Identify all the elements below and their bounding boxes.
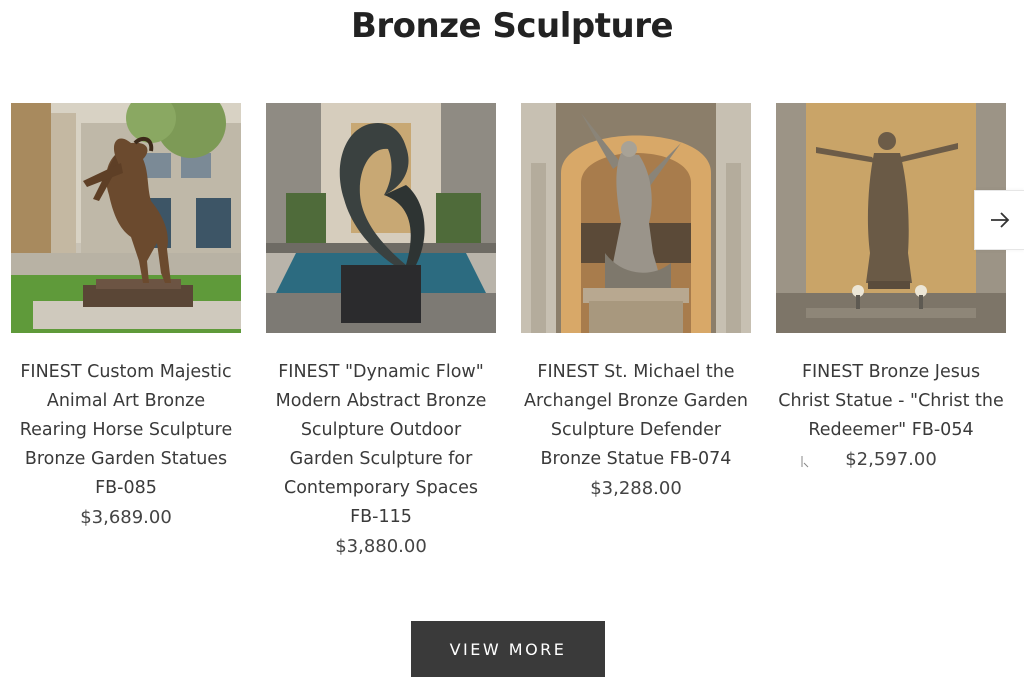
product-price: $3,880.00 bbox=[335, 536, 427, 557]
product-price: $3,288.00 bbox=[590, 478, 682, 499]
product-title[interactable]: FINEST Bronze Jesus Christ Statue - "Chr… bbox=[776, 358, 1006, 445]
product-card[interactable]: FINEST Bronze Jesus Christ Statue - "Chr… bbox=[776, 103, 1006, 470]
product-card[interactable]: FINEST St. Michael the Archangel Bronze … bbox=[521, 103, 751, 499]
product-price: $3,689.00 bbox=[80, 507, 172, 528]
product-price: $2,597.00 bbox=[845, 449, 937, 470]
archangel-statue-image[interactable] bbox=[521, 103, 751, 333]
product-card[interactable]: FINEST "Dynamic Flow" Modern Abstract Br… bbox=[266, 103, 496, 557]
arrow-right-icon bbox=[990, 212, 1009, 228]
product-title[interactable]: FINEST "Dynamic Flow" Modern Abstract Br… bbox=[266, 358, 496, 532]
christ-redeemer-statue-image[interactable] bbox=[776, 103, 1006, 333]
carousel-next-button[interactable] bbox=[974, 190, 1024, 250]
product-card[interactable]: FINEST Custom Majestic Animal Art Bronze… bbox=[11, 103, 241, 528]
product-title[interactable]: FINEST Custom Majestic Animal Art Bronze… bbox=[11, 358, 241, 503]
abstract-flow-sculpture-image[interactable] bbox=[266, 103, 496, 333]
rearing-horse-statue-image[interactable] bbox=[11, 103, 241, 333]
product-title[interactable]: FINEST St. Michael the Archangel Bronze … bbox=[521, 358, 751, 474]
product-carousel: FINEST Custom Majestic Animal Art Bronze… bbox=[0, 103, 1024, 573]
text-cursor-icon bbox=[801, 456, 809, 468]
section-title: Bronze Sculpture bbox=[350, 6, 674, 46]
view-more-button[interactable]: VIEW MORE bbox=[411, 621, 605, 677]
